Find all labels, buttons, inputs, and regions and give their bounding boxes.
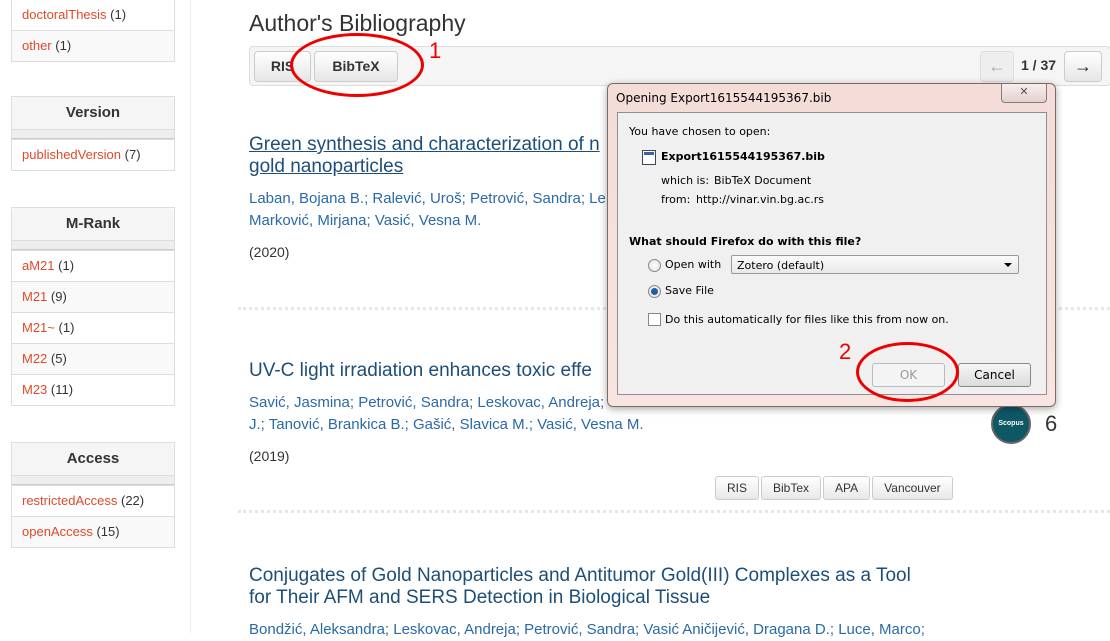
facet-m-rank: M-Rank aM21 (1) M21 (9) M21~ (1) M22 (5)… xyxy=(11,207,175,406)
cite-bibtex-button[interactable]: BibTex xyxy=(761,476,822,500)
file-name: Export1615544195367.bib xyxy=(661,150,825,163)
facet-count: (9) xyxy=(50,289,67,304)
pager-status: 1 / 37 xyxy=(1021,57,1057,73)
facet-count: (1) xyxy=(110,7,127,22)
selected-app: Zotero (default) xyxy=(737,259,825,272)
facet-count: (1) xyxy=(58,258,75,273)
open-with-app-select[interactable]: Zotero (default) xyxy=(731,255,1019,274)
title-line[interactable]: for Their AFM and SERS Detection in Biol… xyxy=(249,587,949,609)
annotation-ellipse-2 xyxy=(856,342,959,402)
facet-heading: Access xyxy=(12,443,174,476)
close-icon[interactable]: ✕ xyxy=(1001,84,1047,103)
authors-line[interactable]: J.; Tanović, Brankica B.; Gašić, Slavica… xyxy=(249,414,949,436)
facet-item[interactable]: M22 (5) xyxy=(12,343,174,374)
facet-link[interactable]: restrictedAccess xyxy=(22,493,117,508)
facet-count: (7) xyxy=(124,147,141,162)
annotation-ellipse-1 xyxy=(290,33,424,97)
facet-link[interactable]: M21~ xyxy=(22,320,55,335)
publication-year: (2019) xyxy=(249,448,290,464)
facet-link[interactable]: openAccess xyxy=(22,524,93,539)
from-label: from: xyxy=(661,193,691,206)
facet-item[interactable]: doctoralThesis (1) xyxy=(12,0,174,30)
publication-item: Conjugates of Gold Nanoparticles and Ant… xyxy=(249,565,949,641)
auto-action-label[interactable]: Do this automatically for files like thi… xyxy=(665,313,949,326)
separator xyxy=(238,510,1110,513)
facet-heading: Version xyxy=(12,97,174,130)
scopus-citation-count: 6 xyxy=(1045,411,1058,436)
publication-title-link[interactable]: Conjugates of Gold Nanoparticles and Ant… xyxy=(249,565,949,609)
facet-link[interactable]: other xyxy=(22,38,52,53)
facet-count: (11) xyxy=(50,382,74,397)
dialog-title: Opening Export1615544195367.bib xyxy=(616,91,832,105)
download-dialog: Opening Export1615544195367.bib ✕ You ha… xyxy=(607,83,1056,407)
annotation-number-2: 2 xyxy=(839,339,852,364)
cancel-button[interactable]: Cancel xyxy=(958,363,1031,387)
facet-count: (22) xyxy=(121,493,145,508)
file-icon xyxy=(642,150,656,165)
facet-item[interactable]: other (1) xyxy=(12,30,174,61)
facet-sidebar: doctoralThesis (1) other (1) Version pub… xyxy=(11,0,175,578)
cite-vancouver-button[interactable]: Vancouver xyxy=(872,476,953,500)
scopus-badge[interactable]: Scopus xyxy=(991,404,1031,444)
action-question: What should Firefox do with this file? xyxy=(629,235,862,248)
title-line[interactable]: Conjugates of Gold Nanoparticles and Ant… xyxy=(249,565,949,587)
publication-authors[interactable]: Bondžić, Aleksandra; Leskovac, Andreja; … xyxy=(249,619,949,641)
facet-link[interactable]: M21 xyxy=(22,289,47,304)
cite-ris-button[interactable]: RIS xyxy=(715,476,760,500)
facet-count: (5) xyxy=(50,351,67,366)
which-is-label: which is: xyxy=(661,174,710,187)
chosen-label: You have chosen to open: xyxy=(629,125,771,138)
facet-version: Version publishedVersion (7) xyxy=(11,96,175,171)
save-file-label[interactable]: Save File xyxy=(665,284,714,297)
facet-link[interactable]: M23 xyxy=(22,382,47,397)
column-divider xyxy=(190,0,191,633)
divider xyxy=(12,476,174,485)
facet-type: doctoralThesis (1) other (1) xyxy=(11,0,175,62)
facet-item[interactable]: M21 (9) xyxy=(12,281,174,312)
facet-item[interactable]: aM21 (1) xyxy=(12,250,174,281)
open-with-label[interactable]: Open with xyxy=(665,258,721,271)
chevron-down-icon xyxy=(1004,263,1012,267)
facet-item[interactable]: M23 (11) xyxy=(12,374,174,405)
facet-item[interactable]: publishedVersion (7) xyxy=(12,139,174,170)
facet-count: (1) xyxy=(55,38,72,53)
facet-item[interactable]: M21~ (1) xyxy=(12,312,174,343)
arrow-left-icon[interactable]: ← xyxy=(980,51,1014,82)
open-with-radio[interactable] xyxy=(648,259,661,272)
divider xyxy=(12,241,174,250)
facet-item[interactable]: restrictedAccess (22) xyxy=(12,485,174,516)
citation-format-buttons: RIS BibTex APA Vancouver xyxy=(715,476,955,500)
annotation-number-1: 1 xyxy=(429,38,442,63)
facet-link[interactable]: M22 xyxy=(22,351,47,366)
facet-link[interactable]: aM21 xyxy=(22,258,55,273)
facet-count: (1) xyxy=(58,320,75,335)
auto-action-checkbox[interactable] xyxy=(648,313,661,326)
cite-apa-button[interactable]: APA xyxy=(823,476,871,500)
arrow-right-icon[interactable]: → xyxy=(1064,51,1102,82)
divider xyxy=(12,130,174,139)
facet-access: Access restrictedAccess (22) openAccess … xyxy=(11,442,175,548)
save-file-radio[interactable] xyxy=(648,285,661,298)
file-type: BibTeX Document xyxy=(714,174,812,187)
facet-link[interactable]: publishedVersion xyxy=(22,147,121,162)
facet-count: (15) xyxy=(96,524,120,539)
facet-item[interactable]: openAccess (15) xyxy=(12,516,174,547)
file-source: http://vinar.vin.bg.ac.rs xyxy=(696,193,825,206)
dialog-body: You have chosen to open: Export161554419… xyxy=(617,112,1047,395)
facet-link[interactable]: doctoralThesis xyxy=(22,7,107,22)
facet-heading: M-Rank xyxy=(12,208,174,241)
